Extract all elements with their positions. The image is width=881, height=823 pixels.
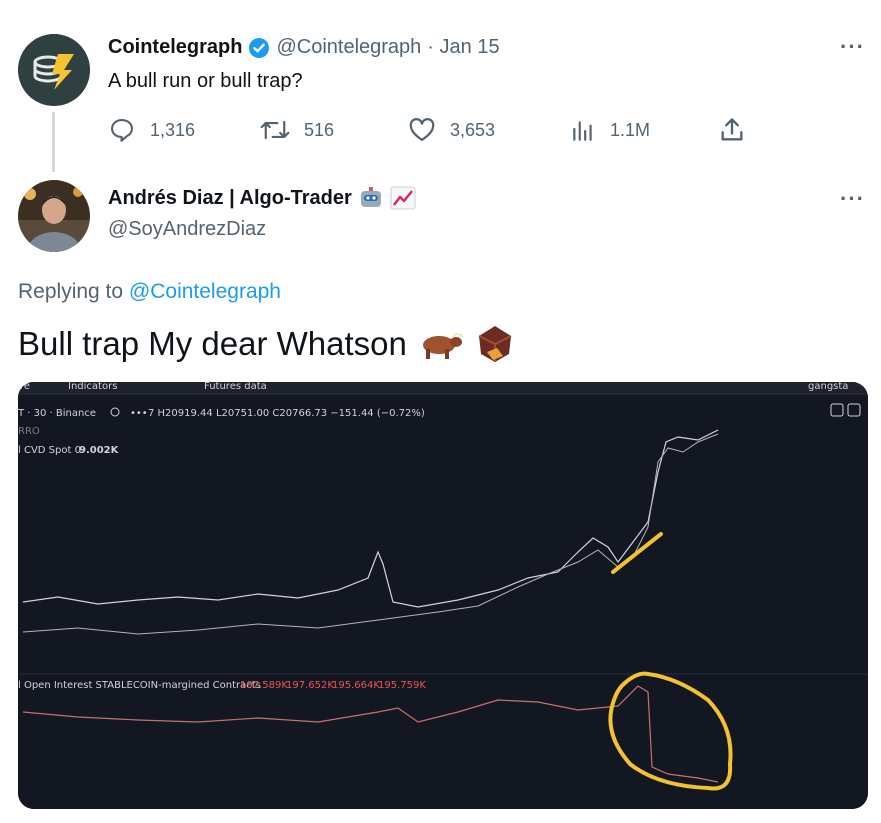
- verified-badge-icon: [249, 37, 270, 58]
- reply-author-handle[interactable]: @SoyAndrezDiaz: [108, 218, 266, 241]
- menu-item-user: gangsta: [808, 382, 848, 392]
- oi-value-1: 197.589K: [240, 680, 288, 691]
- retweet-button[interactable]: 516: [260, 116, 334, 144]
- chart-increasing-emoji-icon: [390, 186, 416, 210]
- profile-photo-icon: [18, 180, 90, 252]
- views-button[interactable]: 1.1M: [570, 116, 650, 144]
- replying-to-handle-link[interactable]: @Cointelegraph: [129, 280, 281, 303]
- bear-trap-emoji-icon: [478, 326, 512, 362]
- cointelegraph-logo-icon: [18, 34, 90, 106]
- thread-connector-line: [52, 112, 55, 172]
- author-name[interactable]: Cointelegraph: [108, 36, 242, 59]
- ox-emoji-icon: [422, 332, 463, 359]
- view-count: 1.1M: [610, 119, 651, 140]
- share-icon: [721, 118, 743, 141]
- like-button[interactable]: 3,653: [408, 116, 495, 144]
- views-analytics-icon: [573, 121, 592, 141]
- share-button[interactable]: [718, 116, 746, 144]
- oi-value-3: 195.664K: [332, 680, 380, 691]
- like-count: 3,653: [450, 119, 496, 140]
- reply-count: 1,316: [150, 119, 196, 140]
- symbol-line: T · 30 · Binance: [18, 408, 96, 419]
- menu-item-indicators: Indicators: [68, 382, 117, 392]
- cvd-label: l CVD Spot 0: [18, 445, 81, 456]
- reply-icon: [111, 119, 133, 142]
- oi-label: l Open Interest STABLECOIN-margined Cont…: [18, 680, 261, 691]
- replying-to-label: Replying to: [18, 280, 124, 303]
- chart-image[interactable]: re Indicators Futures data gangsta T · 3…: [18, 382, 868, 809]
- author-handle[interactable]: @Cointelegraph: [276, 36, 421, 59]
- ohlc-values: 7 H20919.44 L20751.00 C20766.73 −151.44 …: [148, 408, 425, 419]
- tweet-date[interactable]: · Jan 15: [427, 36, 499, 59]
- tweet-text: A bull run or bull trap?: [108, 70, 303, 92]
- retweet-icon: [260, 120, 290, 140]
- reply-author-name[interactable]: Andrés Diaz | Algo-Trader: [108, 187, 352, 210]
- oi-value-4: 195.759K: [378, 680, 426, 691]
- robot-emoji-icon: [360, 187, 381, 207]
- reply-tweet-text: Bull trap My dear Whatson: [18, 325, 407, 362]
- more-options-icon[interactable]: ···: [840, 34, 865, 60]
- cointelegraph-avatar[interactable]: [18, 34, 90, 106]
- andres-diaz-avatar[interactable]: [18, 180, 90, 252]
- error-label: RRO: [18, 426, 40, 437]
- trading-chart-screenshot: re Indicators Futures data gangsta T · 3…: [18, 382, 868, 809]
- oi-value-2: 197.652K: [286, 680, 334, 691]
- cvd-value: 9.002K: [79, 445, 120, 456]
- reply-more-options-icon[interactable]: ···: [840, 186, 865, 212]
- dots-icon: •••: [130, 408, 148, 419]
- menu-item: re: [20, 382, 30, 392]
- menu-item-futures-data: Futures data: [204, 382, 267, 392]
- retweet-count: 516: [304, 119, 335, 140]
- reply-button[interactable]: 1,316: [108, 116, 195, 144]
- like-heart-icon: [409, 118, 435, 142]
